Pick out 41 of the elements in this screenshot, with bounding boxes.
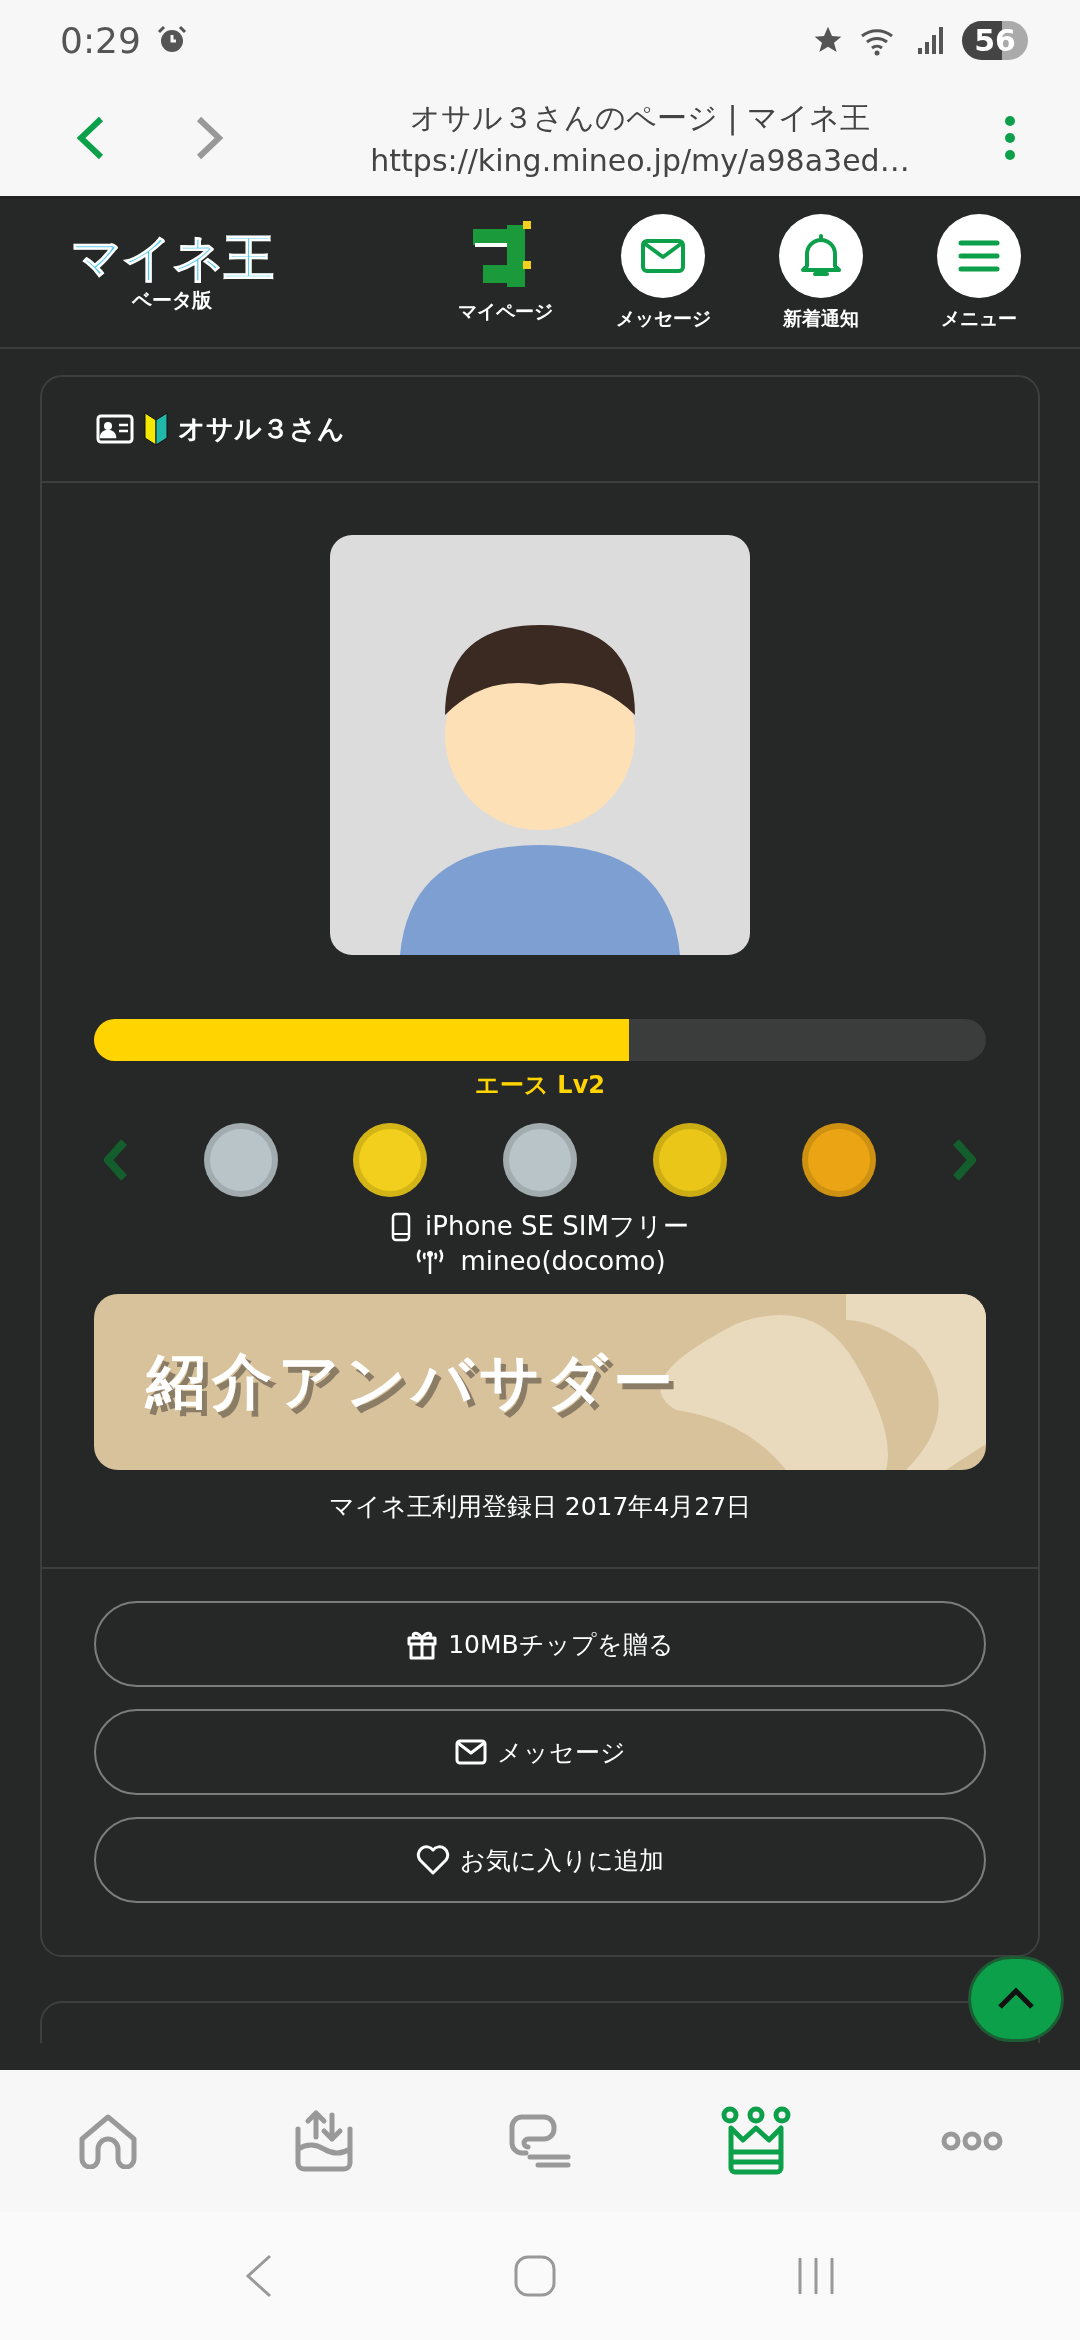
- transfer-icon: [294, 2109, 354, 2173]
- home-icon[interactable]: [514, 2255, 556, 2297]
- kebab-menu-icon: [1004, 115, 1016, 161]
- header-nav-item[interactable]: メッセージ: [584, 214, 742, 332]
- beginner-mark-icon: [144, 412, 168, 446]
- phone-icon: [391, 1211, 412, 1242]
- chat-icon: [508, 2113, 572, 2169]
- heart-icon: [416, 1845, 450, 1875]
- chevron-left-icon: [75, 115, 105, 161]
- back-icon[interactable]: [244, 2254, 274, 2298]
- logo-text[interactable]: マイネ王: [70, 232, 274, 283]
- chevron-left-icon[interactable]: [104, 1138, 128, 1182]
- chevron-right-icon[interactable]: [951, 1138, 976, 1182]
- user-name: オサル３さん: [178, 412, 345, 446]
- page-title: オサル３さんのページ | マイネ王: [409, 99, 871, 138]
- action-button[interactable]: メッセージ: [94, 1709, 986, 1795]
- rank-label: エース Lv2: [475, 1070, 605, 1101]
- mail-icon: [641, 239, 685, 273]
- action-button[interactable]: 10MBチップを贈る: [94, 1601, 986, 1687]
- crown-icon: [721, 2106, 791, 2176]
- beta-label: ベータ版: [132, 286, 212, 314]
- header-nav-item[interactable]: メニュー: [900, 214, 1058, 332]
- url-text[interactable]: https://king.mineo.jp/my/a98a3ed…: [370, 143, 910, 178]
- more-icon: [940, 2130, 1004, 2152]
- header-nav-item[interactable]: マイページ: [426, 221, 584, 325]
- action-button[interactable]: お気に入りに追加: [94, 1817, 986, 1903]
- chevron-right-icon: [195, 115, 225, 161]
- recent-apps-icon[interactable]: [796, 2256, 836, 2296]
- device-text: iPhone SE SIMフリー: [425, 1210, 689, 1243]
- home-icon: [78, 2113, 138, 2169]
- id-card-icon: [96, 414, 134, 444]
- carrier-text: mineo(docomo): [460, 1246, 666, 1276]
- mail-icon: [454, 1739, 487, 1765]
- bell-icon: [801, 234, 841, 278]
- menu-icon: [958, 239, 1000, 273]
- chevron-up-icon: [996, 1987, 1036, 2011]
- header-nav-item[interactable]: 新着通知: [742, 214, 900, 332]
- battery-level: 56: [962, 20, 1028, 60]
- alarm-icon: [156, 25, 187, 55]
- registration-date: マイネ王利用登録日 2017年4月27日: [328, 1491, 752, 1523]
- status-time: 0:29: [60, 19, 141, 61]
